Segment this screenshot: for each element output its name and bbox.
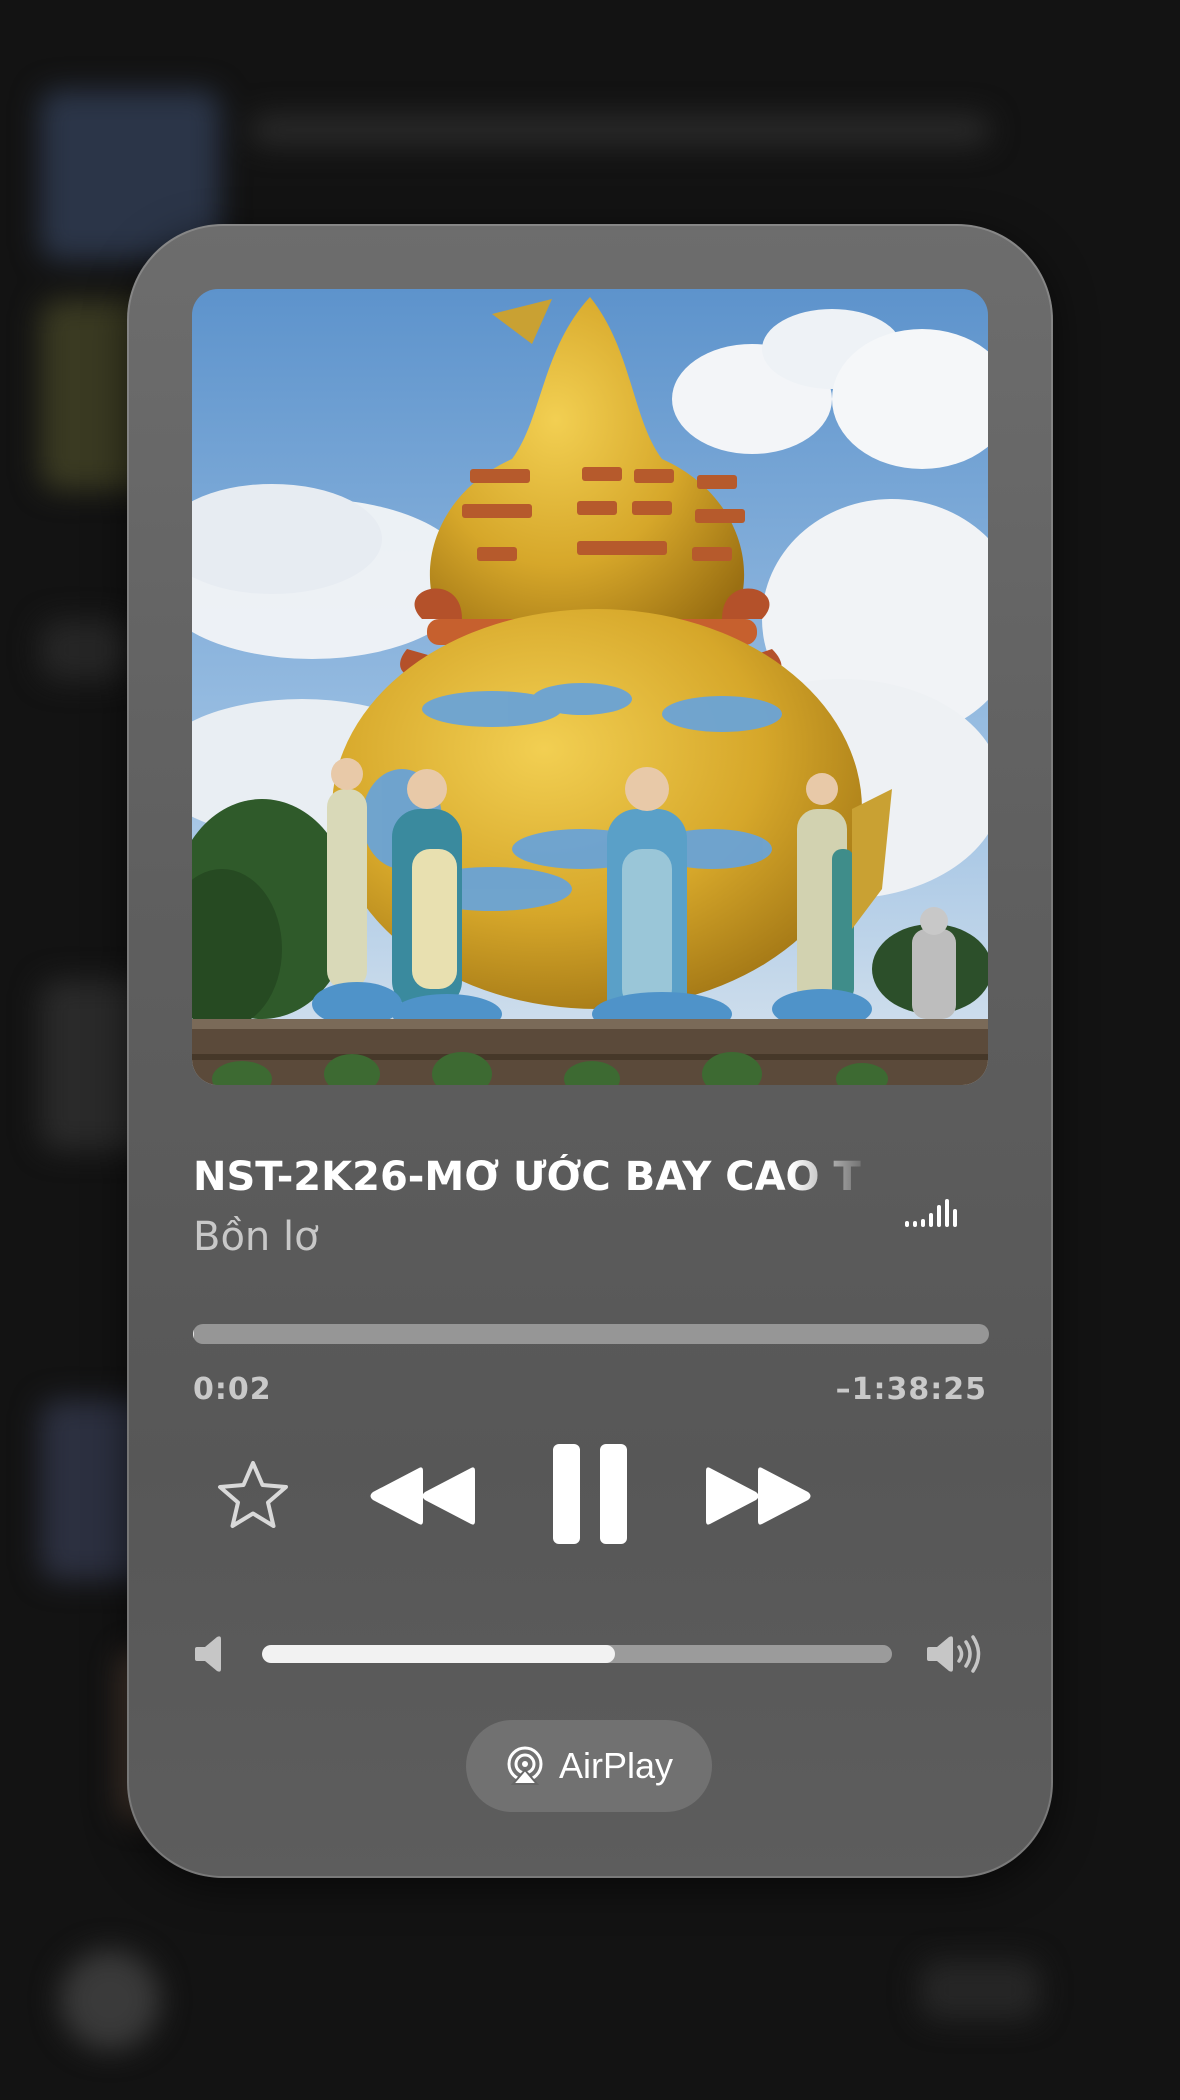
now-playing-card: NST-2K26-MƠ ƯỚC BAY CAO T Bồn lơ 0:02 –1…: [127, 224, 1053, 1878]
airplay-button[interactable]: AirPlay: [466, 1720, 712, 1812]
fast-forward-icon[interactable]: [706, 1464, 814, 1528]
airplay-icon: [507, 1746, 543, 1785]
pause-icon[interactable]: [553, 1444, 627, 1544]
screen: NST-2K26-MƠ ƯỚC BAY CAO T Bồn lơ 0:02 –1…: [0, 0, 1180, 2100]
album-artwork[interactable]: [192, 289, 988, 1085]
star-outline-icon[interactable]: [215, 1457, 291, 1533]
airplay-label: AirPlay: [558, 1745, 674, 1786]
remaining-time: –1:38:25: [835, 1372, 987, 1407]
track-artist[interactable]: Bồn lơ: [193, 1214, 319, 1260]
speaker-low-icon: [195, 1636, 221, 1672]
artwork-image: [192, 289, 988, 1085]
playback-scrubber[interactable]: [193, 1324, 989, 1344]
audio-level-meter-icon: [905, 1197, 963, 1227]
rewind-icon[interactable]: [367, 1464, 475, 1528]
volume-slider[interactable]: [262, 1645, 892, 1663]
volume-level-fill: [262, 1645, 615, 1663]
elapsed-time: 0:02: [193, 1372, 272, 1407]
track-title[interactable]: NST-2K26-MƠ ƯỚC BAY CAO T: [193, 1154, 873, 1200]
speaker-high-icon: [927, 1635, 981, 1673]
